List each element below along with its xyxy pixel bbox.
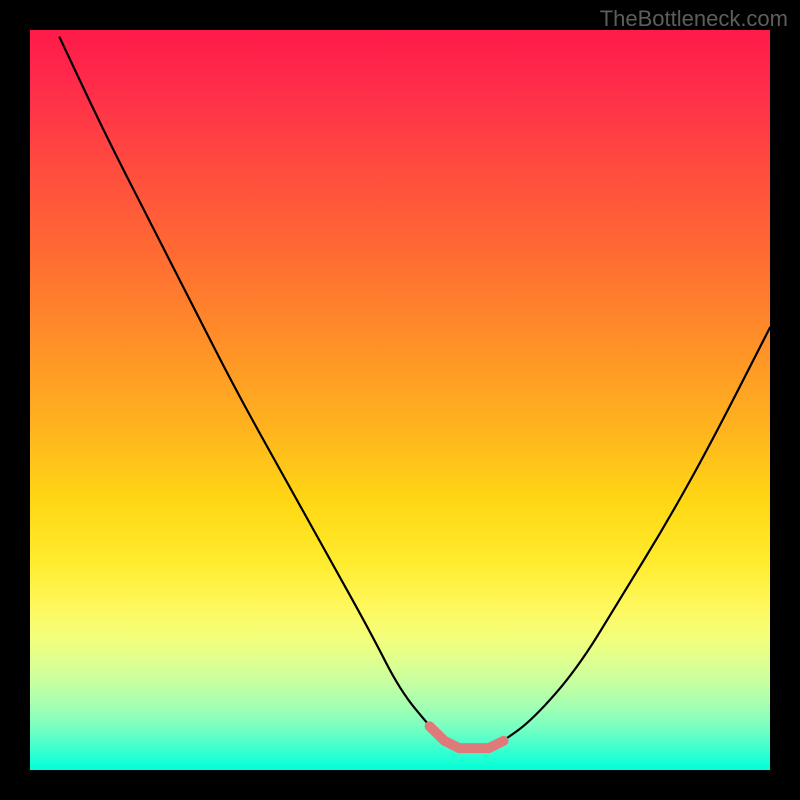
chart-frame: TheBottleneck.com <box>0 0 800 800</box>
optimal-zone-marker <box>430 726 504 748</box>
watermark-text: TheBottleneck.com <box>600 6 788 32</box>
curve-path <box>60 37 770 748</box>
bottleneck-plot <box>30 30 770 770</box>
bottleneck-curve <box>30 30 770 770</box>
